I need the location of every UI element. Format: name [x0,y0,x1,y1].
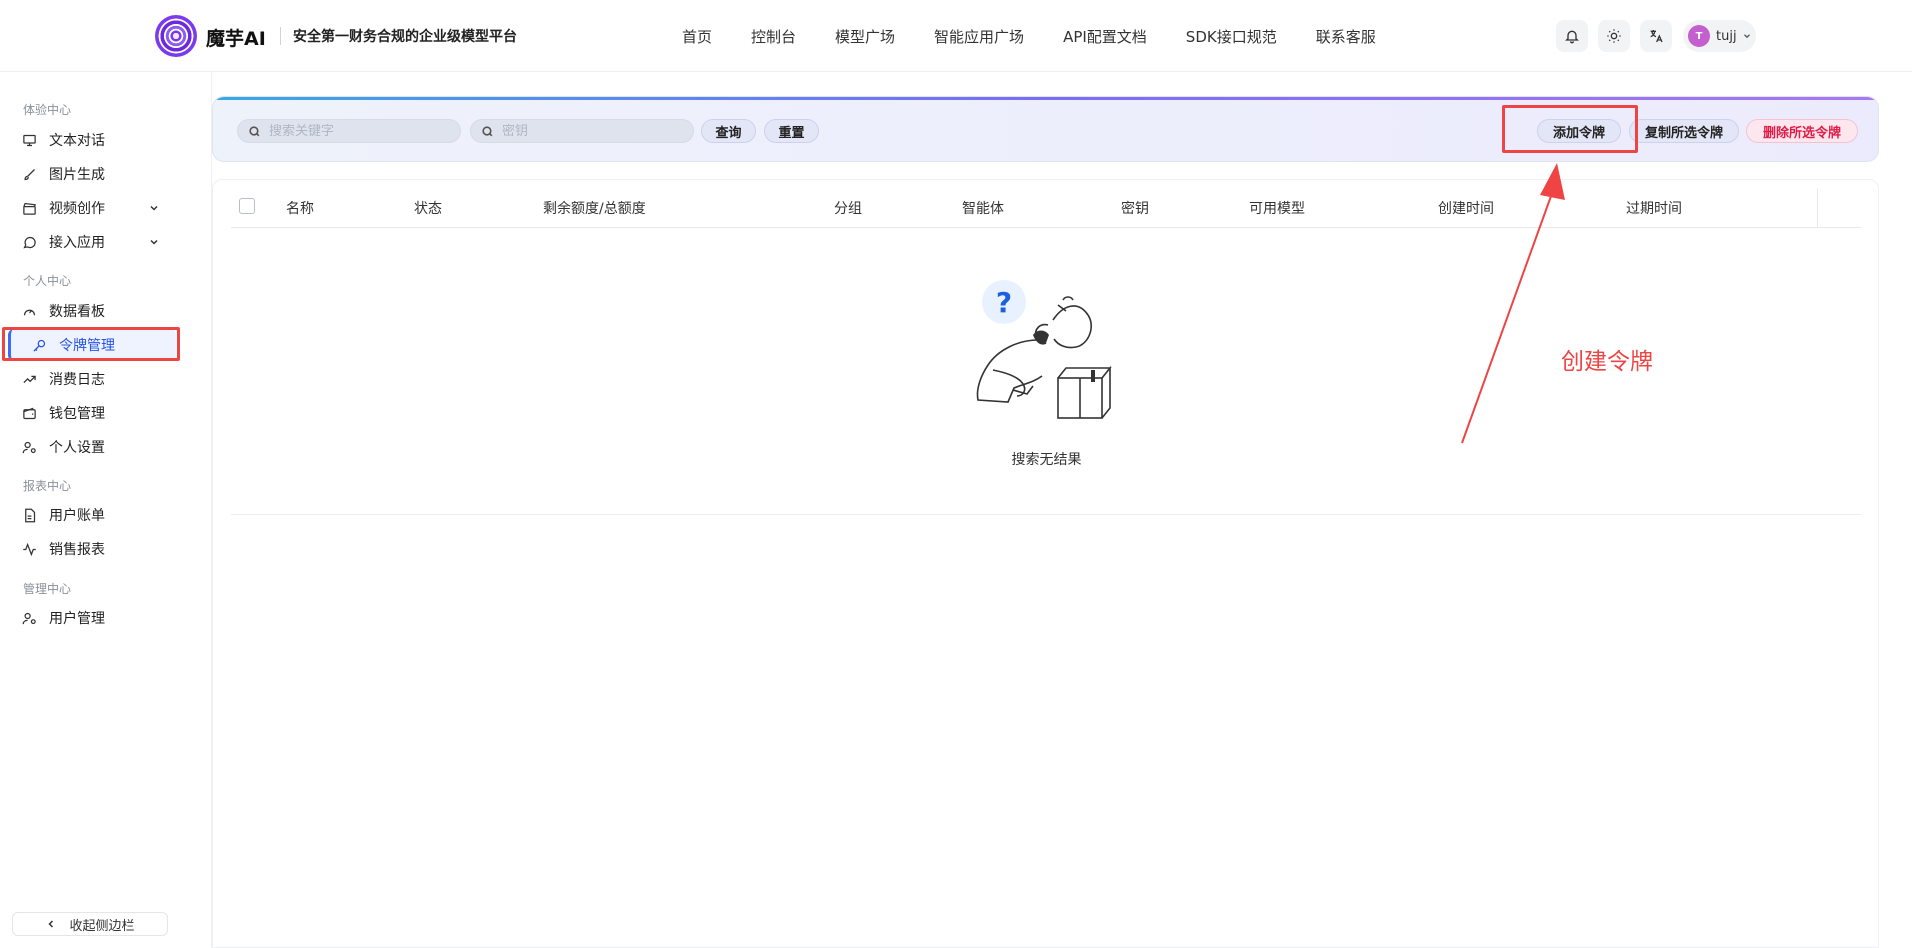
column-header-status[interactable]: 状态 [414,198,442,218]
wallet-icon [23,407,36,419]
reset-button[interactable]: 重置 [764,119,819,143]
gauge-icon [23,309,36,315]
brand-logo[interactable] [155,15,197,57]
section-label-personal: 个人中心 [23,274,72,288]
theme-toggle-button[interactable] [1598,20,1630,52]
activity-icon [23,542,36,556]
copy-selected-button[interactable]: 复制所选令牌 [1629,119,1739,143]
sun-icon [1607,29,1621,43]
highlight-box-tokens [2,327,180,361]
column-divider [1817,188,1818,228]
key-input[interactable] [502,123,682,139]
nav-sdk-spec[interactable]: SDK接口规范 [1186,26,1277,47]
nav-support[interactable]: 联系客服 [1316,26,1376,47]
section-label-experience: 体验中心 [23,103,72,117]
main-nav: 首页 控制台 模型广场 智能应用广场 API配置文档 SDK接口规范 联系客服 [682,26,1415,47]
chevron-down-icon [150,239,158,245]
column-header-models[interactable]: 可用模型 [1249,198,1305,218]
chevron-left-icon [48,920,54,928]
sidebar-item-video[interactable]: 视频创作 [22,195,172,221]
sidebar-item-settings[interactable]: 个人设置 [22,434,172,460]
section-label-reports: 报表中心 [23,479,72,493]
sidebar-item-usage-log[interactable]: 消费日志 [22,366,172,392]
sidebar-item-label: 用户管理 [49,611,105,627]
username: tujj [1716,28,1737,44]
user-gear-icon [22,441,36,453]
select-all-checkbox[interactable] [239,198,255,214]
brand-tagline: 安全第一财务合规的企业级模型平台 [293,29,517,45]
sidebar-item-label: 消费日志 [49,372,105,388]
sidebar-item-user-management[interactable]: 用户管理 [22,605,172,631]
collapse-sidebar-button[interactable]: 收起侧边栏 [12,912,168,936]
nav-home[interactable]: 首页 [682,26,712,47]
sidebar-item-sales-report[interactable]: 销售报表 [22,536,172,562]
sidebar-item-label: 用户账单 [49,508,105,524]
nav-console[interactable]: 控制台 [751,26,796,47]
sidebar-item-image-gen[interactable]: 图片生成 [22,161,172,187]
column-header-group[interactable]: 分组 [834,198,862,218]
brand-name[interactable]: 魔芋AI [206,24,266,51]
highlight-box-add-token [1502,105,1638,153]
table-header: 名称 状态 剩余额度/总额度 分组 智能体 密钥 可用模型 创建时间 过期时间 [231,180,1861,228]
keyword-search[interactable] [237,119,461,143]
nav-app-square[interactable]: 智能应用广场 [934,26,1024,47]
notifications-button[interactable] [1556,20,1588,52]
sidebar-item-label: 接入应用 [49,235,105,251]
bell-icon [1565,30,1579,44]
chat-bubble-icon [23,236,36,248]
search-icon [249,125,260,136]
empty-state-text: 搜索无结果 [1011,452,1082,468]
avatar: T [1688,25,1710,47]
collapse-sidebar-label: 收起侧边栏 [69,918,135,934]
column-header-agent[interactable]: 智能体 [962,198,1004,218]
sidebar-item-label: 钱包管理 [49,406,105,422]
sidebar-item-dashboard[interactable]: 数据看板 [22,298,172,324]
sidebar-item-wallet[interactable]: 钱包管理 [22,400,172,426]
nav-model-square[interactable]: 模型广场 [835,26,895,47]
sidebar-item-label: 个人设置 [49,440,105,456]
section-label-admin: 管理中心 [23,582,72,596]
column-header-expires[interactable]: 过期时间 [1626,198,1682,218]
nav-api-docs[interactable]: API配置文档 [1063,26,1147,47]
sidebar-item-label: 视频创作 [49,201,105,217]
annotation-label: 创建令牌 [1561,349,1653,375]
chevron-down-icon [1743,34,1750,39]
trending-up-icon [23,375,36,383]
delete-selected-button[interactable]: 删除所选令牌 [1746,119,1858,143]
brush-icon [24,168,35,180]
document-icon [25,508,36,522]
table-bottom-border [231,514,1861,515]
sidebar-item-label: 图片生成 [49,167,105,183]
column-header-name[interactable]: 名称 [286,198,314,218]
token-table: 名称 状态 剩余额度/总额度 分组 智能体 密钥 可用模型 创建时间 过期时间 … [212,179,1879,948]
top-navbar: 魔芋AI 安全第一财务合规的企业级模型平台 首页 控制台 模型广场 智能应用广场… [0,0,1912,72]
key-search[interactable] [470,119,694,143]
sidebar-item-label: 销售报表 [49,542,105,558]
query-button[interactable]: 查询 [701,119,756,143]
column-header-key[interactable]: 密钥 [1121,198,1149,218]
keyword-input[interactable] [269,123,449,139]
language-button[interactable] [1640,20,1672,52]
divider [280,27,281,45]
translate-icon [1650,30,1663,43]
monitor-icon [23,134,36,146]
clapperboard-icon [23,202,36,215]
svg-text:?: ? [996,286,1012,319]
sidebar-item-user-bill[interactable]: 用户账单 [22,502,172,528]
empty-state-illustration: ? [976,280,1112,419]
sidebar-item-label: 文本对话 [49,133,105,149]
chevron-down-icon [150,205,158,211]
column-header-quota[interactable]: 剩余额度/总额度 [543,198,646,218]
sidebar-item-text-chat[interactable]: 文本对话 [22,127,172,153]
sidebar-item-label: 数据看板 [49,304,105,320]
annotation-arrow [1461,163,1565,444]
sidebar-item-integrations[interactable]: 接入应用 [22,229,172,255]
search-icon [482,125,493,136]
user-gear-icon [22,612,36,624]
user-menu[interactable]: T tujj [1683,20,1756,52]
sidebar: 体验中心 文本对话 图片生成 视频创作 接入应用 个人中心 数据看板 令牌管理 … [0,72,212,948]
